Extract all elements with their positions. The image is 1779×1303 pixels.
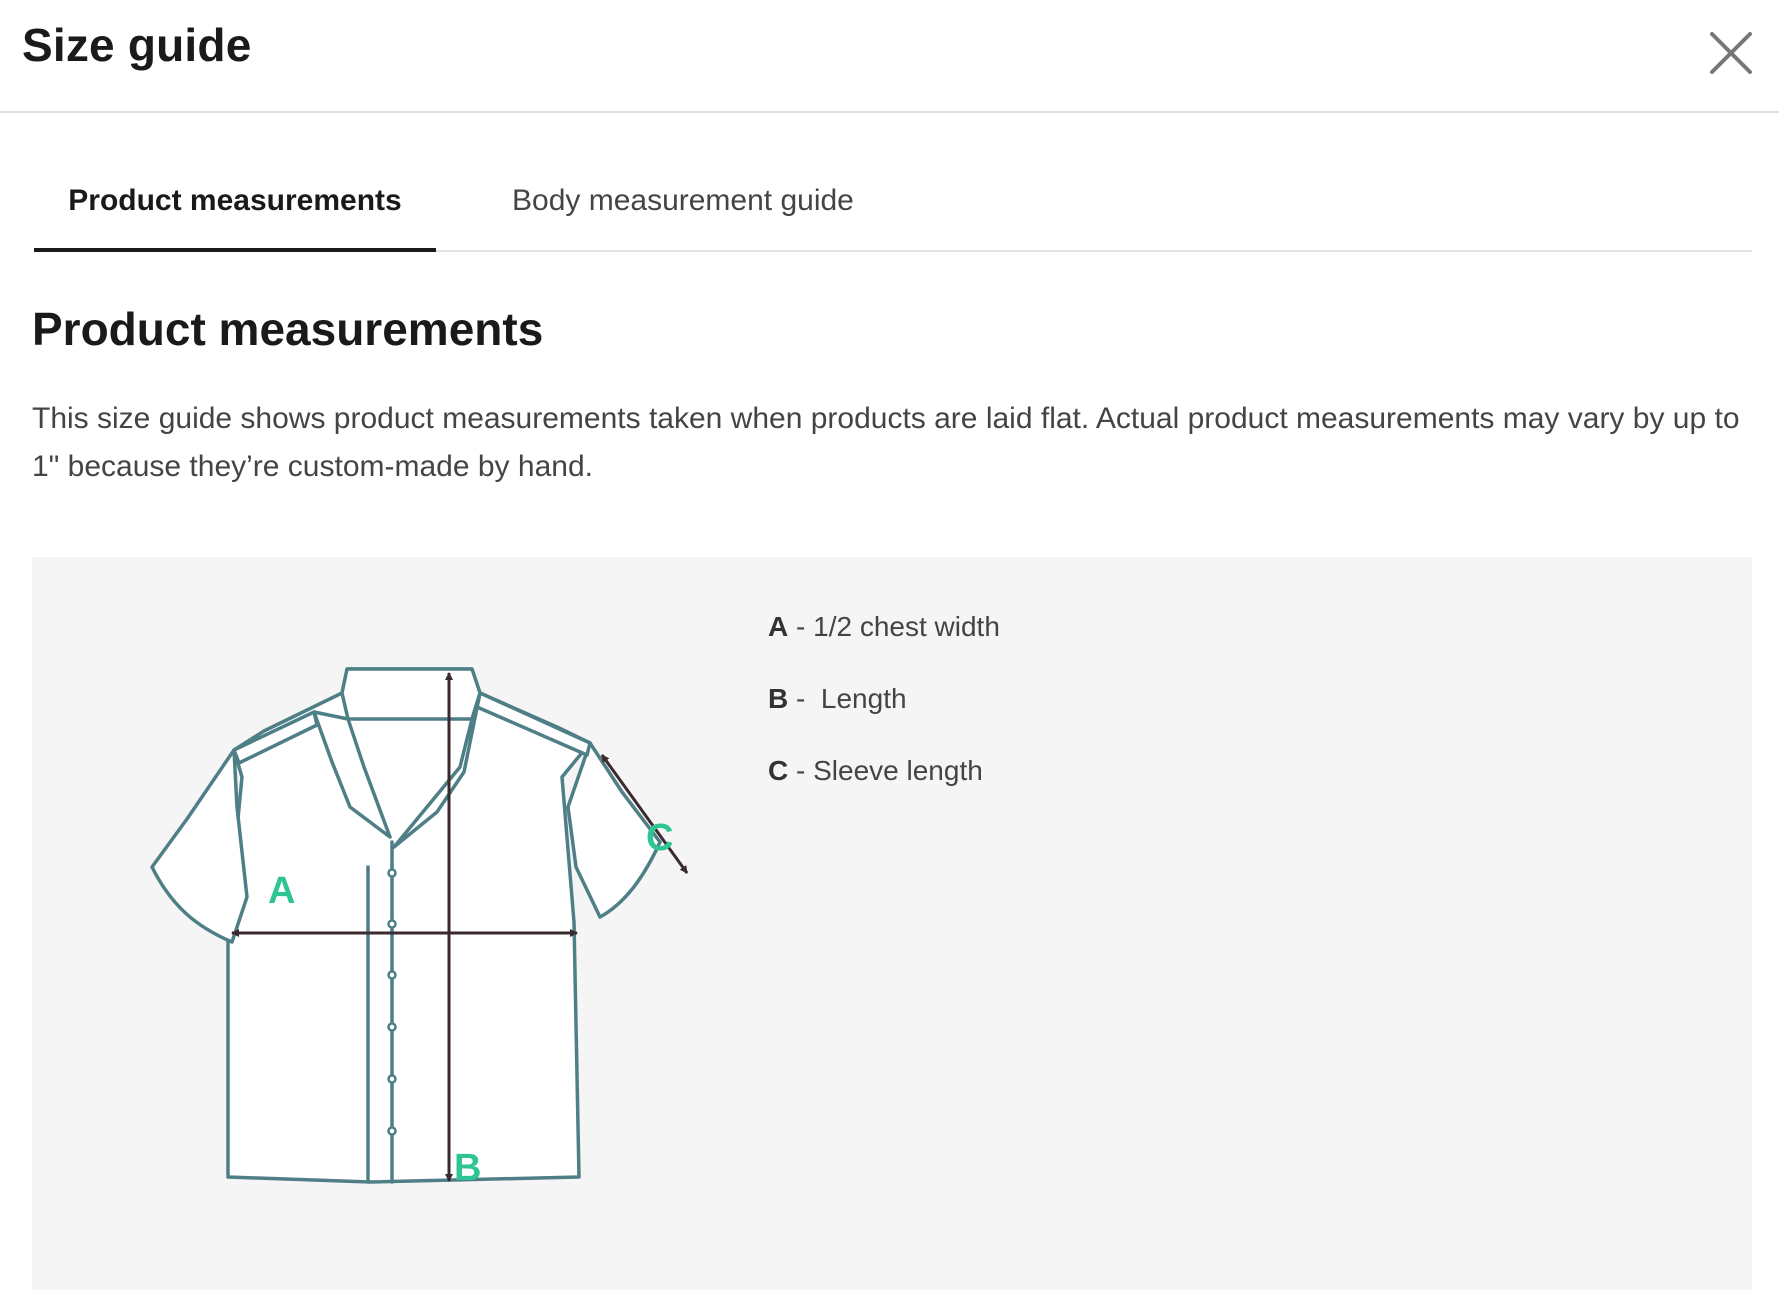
button [387, 970, 397, 980]
tab-product-measurements[interactable]: Product measurements [34, 160, 436, 252]
measurement-legend: A - 1/2 chest width B - Length C - Sleev… [768, 607, 1000, 823]
section-description: This size guide shows product measuremen… [32, 402, 1740, 483]
legend-text: 1/2 chest width [813, 611, 1000, 642]
button [387, 1126, 397, 1136]
tab-body-measurement-guide[interactable]: Body measurement guide [476, 160, 916, 252]
label-c: C [646, 817, 673, 859]
shirt-diagram: A B C [150, 667, 689, 1189]
legend-key: B [768, 683, 789, 714]
legend-key: C [768, 755, 789, 786]
modal-header: Size guide [0, 0, 1779, 113]
label-b: B [454, 1147, 481, 1189]
measurement-panel: A B C A - 1/2 chest width B - Length C -… [32, 557, 1752, 1290]
left-sleeve [150, 748, 249, 944]
legend-separator: - [788, 755, 814, 786]
close-icon [1710, 32, 1752, 74]
legend-text: Length [820, 683, 907, 714]
collar-band [340, 667, 482, 721]
label-a: A [268, 870, 295, 912]
button [387, 868, 397, 878]
legend-item-c: C - Sleeve length [768, 751, 1000, 823]
legend-item-a: A - 1/2 chest width [768, 607, 1000, 679]
legend-item-b: B - Length [768, 679, 1000, 751]
button [387, 1074, 397, 1084]
shirt-body [226, 667, 592, 1184]
legend-key: A [768, 611, 789, 642]
close-button[interactable] [1700, 22, 1762, 84]
legend-text: Sleeve length [813, 755, 983, 786]
legend-separator: - [788, 683, 821, 714]
button [387, 919, 397, 929]
modal-title: Size guide [22, 19, 252, 71]
button [387, 1022, 397, 1032]
tab-bar: Product measurements Body measurement gu… [34, 160, 1752, 252]
section-title: Product measurements [32, 303, 544, 355]
legend-separator: - [788, 611, 814, 642]
